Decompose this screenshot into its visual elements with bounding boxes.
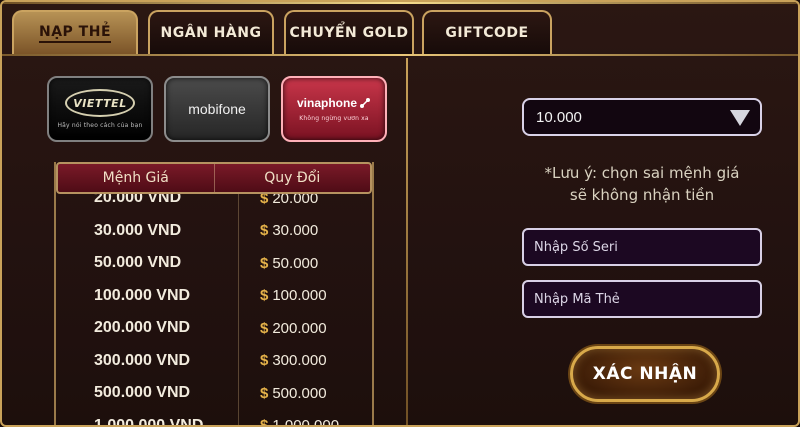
vinaphone-mark-icon <box>360 98 370 108</box>
denomination-cell: 500.000 VND <box>94 384 191 402</box>
tab-giftcode-label: GIFTCODE <box>445 25 529 41</box>
value-amount: 300.000 <box>272 352 327 370</box>
currency-symbol: $ <box>260 254 269 272</box>
tab-giftcode[interactable]: GIFTCODE <box>422 10 552 54</box>
currency-symbol: $ <box>260 352 269 370</box>
amount-select-value: 10.000 <box>536 108 582 126</box>
value-amount: 500.000 <box>272 384 327 402</box>
value-cell: $100.000 <box>238 287 372 304</box>
table-row: 200.000 VND $200.000 <box>56 312 372 345</box>
warning-note: *Lưu ý: chọn sai mệnh giá sẽ không nhận … <box>522 162 762 206</box>
tab-bar: NẠP THẺ NGÂN HÀNG CHUYỂN GOLD GIFTCODE <box>2 2 798 56</box>
table-row: 500.000 VND $500.000 <box>56 377 372 410</box>
value-cell: $300.000 <box>238 352 372 369</box>
table-row: 100.000 VND $100.000 <box>56 280 372 313</box>
vinaphone-logo-text: vinaphone <box>296 96 357 110</box>
tab-chuyen-gold-label: CHUYỂN GOLD <box>289 25 409 41</box>
panel-divider <box>406 58 408 425</box>
currency-symbol: $ <box>260 417 269 427</box>
warning-note-line2: sẽ không nhận tiền <box>569 186 715 204</box>
denomination-cell: 30.000 VND <box>94 221 182 239</box>
vinaphone-tagline: Không ngừng vươn xa <box>299 115 369 122</box>
price-table[interactable]: 20.000 VND $20.000 30.000 VND $30.000 50… <box>54 162 374 427</box>
value-cell: $50.000 <box>238 255 372 272</box>
value-amount: 1.000.000 <box>272 417 340 427</box>
value-cell: $500.000 <box>238 385 372 402</box>
tab-chuyen-gold[interactable]: CHUYỂN GOLD <box>284 10 414 54</box>
tab-ngan-hang-label: NGÂN HÀNG <box>160 25 262 41</box>
viettel-tagline: Hãy nói theo cách của bạn <box>57 122 143 129</box>
value-amount: 100.000 <box>272 287 327 305</box>
value-amount: 30.000 <box>272 222 319 240</box>
currency-symbol: $ <box>260 222 269 240</box>
serial-number-input[interactable] <box>522 228 762 266</box>
currency-symbol: $ <box>260 287 269 305</box>
tab-nap-the-label: NẠP THẺ <box>38 24 112 43</box>
carrier-viettel-button[interactable]: VIETTEL Hãy nói theo cách của bạn <box>47 76 153 142</box>
value-cell: $1.000.000 <box>238 417 372 427</box>
tab-nap-the[interactable]: NẠP THẺ <box>12 10 138 54</box>
value-cell: $30.000 <box>238 222 372 239</box>
denomination-cell: 200.000 VND <box>94 319 191 337</box>
carrier-vinaphone-button[interactable]: vinaphone Không ngừng vươn xa <box>281 76 387 142</box>
value-amount: 50.000 <box>272 254 319 272</box>
value-amount: 200.000 <box>272 319 327 337</box>
dropdown-arrow-icon <box>730 110 750 126</box>
recharge-panel: NẠP THẺ NGÂN HÀNG CHUYỂN GOLD GIFTCODE V… <box>0 0 800 427</box>
table-row: 30.000 VND $30.000 <box>56 215 372 248</box>
header-menh-gia: Mệnh Giá <box>58 164 215 192</box>
vinaphone-logo: vinaphone <box>297 96 371 110</box>
column-divider <box>238 192 239 425</box>
mobifone-logo: mobifone <box>188 101 246 117</box>
tab-ngan-hang[interactable]: NGÂN HÀNG <box>148 10 274 54</box>
value-cell: $200.000 <box>238 320 372 337</box>
table-row: 300.000 VND $300.000 <box>56 345 372 378</box>
confirm-button[interactable]: XÁC NHẬN <box>570 346 720 402</box>
currency-symbol: $ <box>260 319 269 337</box>
denomination-cell: 300.000 VND <box>94 351 191 369</box>
price-table-header: Mệnh Giá Quy Đổi <box>56 162 372 194</box>
denomination-cell: 100.000 VND <box>94 286 191 304</box>
card-code-input[interactable] <box>522 280 762 318</box>
currency-symbol: $ <box>260 384 269 402</box>
warning-note-line1: *Lưu ý: chọn sai mệnh giá <box>544 164 740 182</box>
confirm-button-label: XÁC NHẬN <box>592 364 698 384</box>
header-quy-doi: Quy Đổi <box>264 170 321 186</box>
denomination-cell: 50.000 VND <box>94 254 182 272</box>
amount-select[interactable]: 10.000 <box>522 98 762 136</box>
carrier-mobifone-button[interactable]: mobifone <box>164 76 270 142</box>
table-row: 50.000 VND $50.000 <box>56 247 372 280</box>
table-row: 1.000.000 VND $1.000.000 <box>56 410 372 427</box>
tab-underline <box>2 54 798 56</box>
denomination-cell: 1.000.000 VND <box>94 416 204 427</box>
price-table-body: 20.000 VND $20.000 30.000 VND $30.000 50… <box>56 182 372 427</box>
viettel-logo: VIETTEL <box>65 89 135 117</box>
